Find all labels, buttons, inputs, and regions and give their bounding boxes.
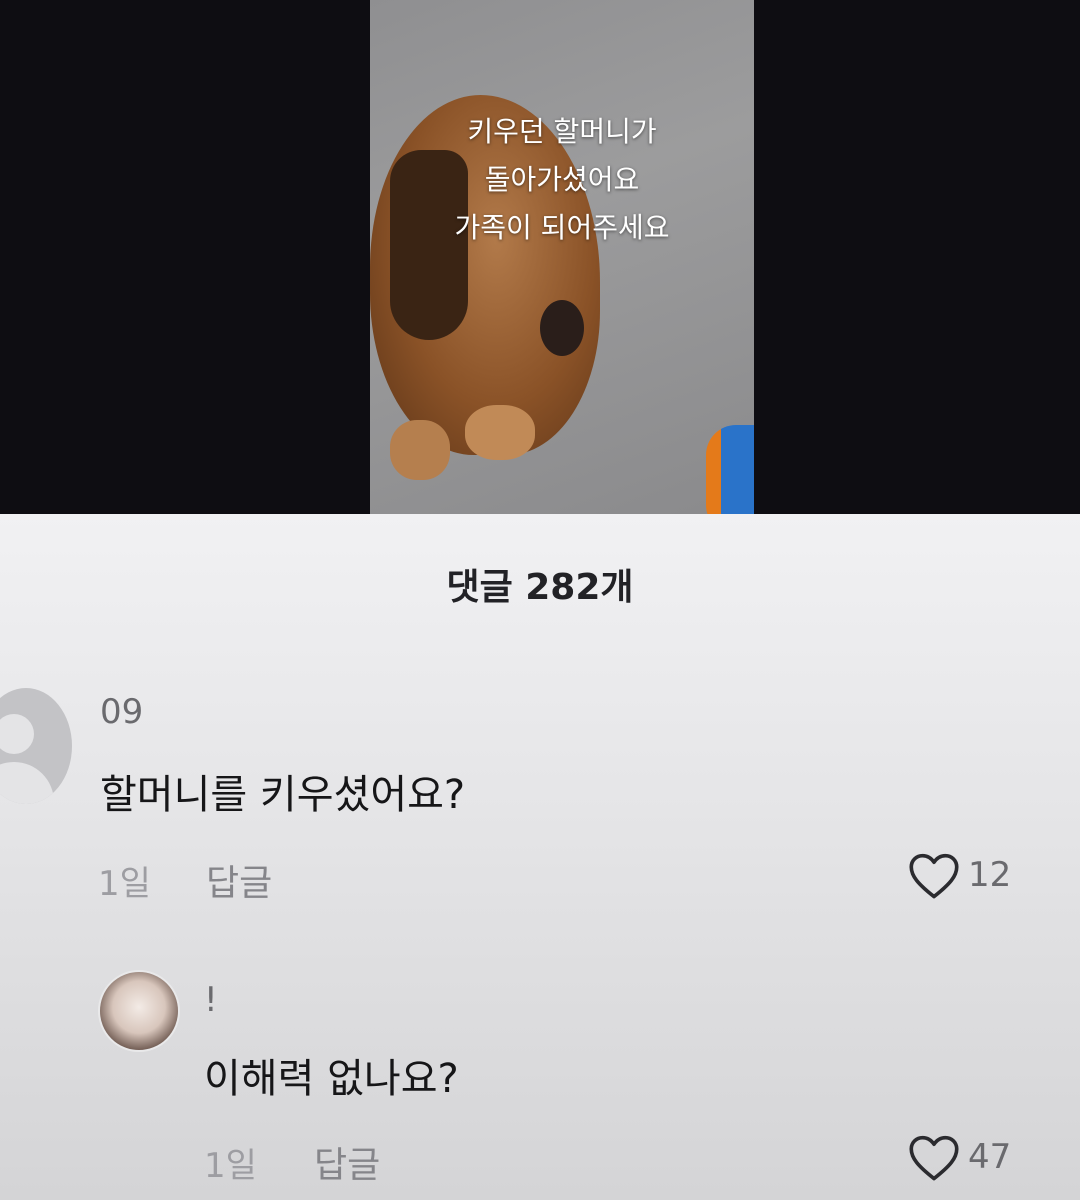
comment-text: 이해력 없나요? xyxy=(204,1056,459,1102)
dog-paw xyxy=(390,420,450,480)
like-button[interactable]: 47 xyxy=(906,1132,1011,1182)
like-count: 12 xyxy=(968,855,1012,895)
like-button[interactable]: 12 xyxy=(906,850,1011,900)
video-caption-line: 돌아가셨어요 xyxy=(484,163,640,196)
default-avatar-icon[interactable] xyxy=(0,688,72,804)
comment-username[interactable]: 09 xyxy=(100,692,143,732)
comment-username[interactable]: ! xyxy=(204,980,218,1020)
video-frame[interactable]: 키우던 할머니가 돌아가셨어요 가족이 되어주세요 xyxy=(370,0,754,514)
comment-text: 할머니를 키우셨어요? xyxy=(100,772,466,818)
like-count: 47 xyxy=(968,1137,1012,1177)
video-player[interactable]: 키우던 할머니가 돌아가셨어요 가족이 되어주세요 xyxy=(0,0,1080,514)
reply-button[interactable]: 답글 xyxy=(206,854,272,906)
comments-count-title: 댓글 282개 xyxy=(446,567,634,608)
toy-object xyxy=(706,425,754,514)
user-photo-avatar[interactable] xyxy=(98,970,180,1052)
dog-nose xyxy=(540,300,584,356)
heart-outline-icon xyxy=(909,853,959,899)
video-caption-line: 가족이 되어주세요 xyxy=(454,211,670,244)
video-caption: 키우던 할머니가 돌아가셨어요 가족이 되어주세요 xyxy=(370,108,754,252)
comment-time: 1일 xyxy=(204,1146,257,1186)
reply-button[interactable]: 답글 xyxy=(314,1136,380,1188)
video-caption-line: 키우던 할머니가 xyxy=(467,115,657,148)
comments-panel: 댓글 282개 09 할머니를 키우셨어요? 1일 답글 12 ! 이해력 없나… xyxy=(0,514,1080,1200)
heart-outline-icon xyxy=(909,1135,959,1181)
dog-paw xyxy=(465,405,535,460)
comment-time: 1일 xyxy=(98,864,151,904)
